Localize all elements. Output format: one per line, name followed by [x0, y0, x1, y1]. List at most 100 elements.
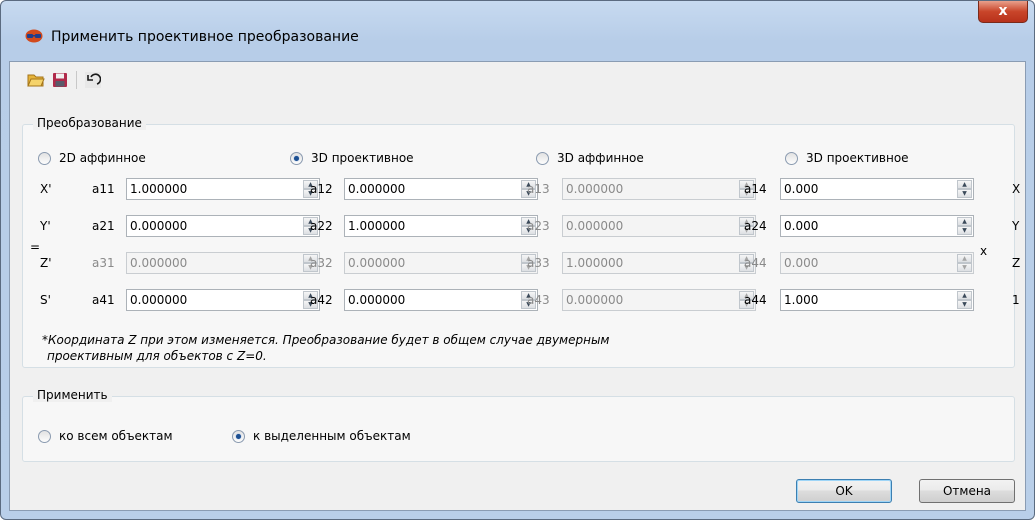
left-var-label: S': [40, 293, 51, 307]
spin-down-icon: ▼: [957, 263, 972, 272]
radio-circle[interactable]: [785, 151, 798, 165]
coef-spinbox[interactable]: 0.000000 ▲ ▼: [344, 289, 538, 311]
coef-spinbox[interactable]: 0.000 ▲ ▼: [780, 215, 974, 237]
coef-value: 0.000000: [566, 182, 624, 196]
coef-value: 0.000000: [130, 256, 188, 270]
coef-spinbox: 0.000000 ▲ ▼: [126, 252, 320, 274]
radio-label: к выделенным объектам: [253, 429, 411, 443]
coef-value: 0.000000: [130, 219, 188, 233]
coef-value: 0.000000: [348, 293, 406, 307]
apply-selected-objects-radio[interactable]: к выделенным объектам: [232, 429, 411, 443]
coef-name-label: a32: [310, 256, 333, 270]
spin-down-icon[interactable]: ▼: [957, 300, 972, 309]
apply-all-objects-radio[interactable]: ко всем объектам: [38, 429, 173, 443]
coef-spinbox[interactable]: 0.000000 ▲ ▼: [344, 178, 538, 200]
radio-circle-checked[interactable]: [232, 429, 245, 443]
left-var-label: X': [40, 182, 52, 196]
equals-sign: =: [30, 240, 41, 254]
spin-down-icon[interactable]: ▼: [957, 189, 972, 198]
spin-up-icon: ▲: [957, 254, 972, 263]
coef-spinbox[interactable]: 0.000000 ▲ ▼: [126, 215, 320, 237]
mode-3d-projective-radio[interactable]: 3D проективное: [290, 151, 414, 165]
radio-label: 3D проективное: [311, 151, 414, 165]
spin-up-icon[interactable]: ▲: [957, 180, 972, 189]
note-line-1: *Координата Z при этом изменяется. Преоб…: [42, 333, 610, 347]
coef-name-label: a12: [310, 182, 333, 196]
radio-circle-checked[interactable]: [290, 151, 303, 165]
stereo-glasses-icon: [25, 29, 43, 43]
coef-value: 0.000000: [348, 256, 406, 270]
coef-value: 1.000000: [566, 256, 624, 270]
left-var-label: Y': [40, 219, 51, 233]
coef-name-label: a31: [92, 256, 115, 270]
spin-up-icon[interactable]: ▲: [957, 217, 972, 226]
undo-icon[interactable]: [83, 70, 103, 90]
coef-spinbox: 0.000 ▲ ▼: [780, 252, 974, 274]
right-var-label: Z: [1012, 256, 1021, 270]
toolbar-separator: [76, 71, 77, 89]
coef-value: 0.000: [784, 182, 819, 196]
spin-arrows: ▲ ▼: [957, 254, 972, 272]
coef-name-label: a24: [744, 219, 767, 233]
cancel-button[interactable]: Отмена: [919, 479, 1015, 503]
coef-value: 0.000000: [566, 219, 624, 233]
right-var-label: Y: [1012, 219, 1020, 233]
right-var-label: X: [1012, 182, 1021, 196]
times-sign: x: [980, 244, 988, 258]
spin-up-icon[interactable]: ▲: [957, 291, 972, 300]
coef-name-label: a44: [744, 293, 767, 307]
coef-spinbox[interactable]: 1.000 ▲ ▼: [780, 289, 974, 311]
ok-button[interactable]: OK: [796, 479, 892, 503]
open-folder-icon[interactable]: [26, 70, 46, 90]
mode-3d-affine-radio[interactable]: 3D аффинное: [536, 151, 644, 165]
dialog-window: Применить проективное преобразование x П…: [0, 0, 1035, 520]
spin-arrows: ▲ ▼: [957, 217, 972, 235]
radio-label: 3D проективное: [806, 151, 909, 165]
coef-spinbox[interactable]: 1.000000 ▲ ▼: [344, 215, 538, 237]
mode-3d-projective-2-radio[interactable]: 3D проективное: [785, 151, 909, 165]
coef-value: 0.000000: [348, 182, 406, 196]
note-line-2: проективным для объектов с Z=0.: [47, 349, 267, 363]
coef-value: 0.000: [784, 256, 819, 270]
coef-name-label: a11: [92, 182, 115, 196]
coef-value: 1.000000: [130, 182, 188, 196]
dialog-body: Преобразование 2D аффинное 3D проективно…: [9, 61, 1026, 511]
coef-spinbox: 1.000000 ▲ ▼: [562, 252, 756, 274]
apply-group-title: Применить: [33, 388, 112, 402]
spin-arrows: ▲ ▼: [957, 180, 972, 198]
transform-group-title: Преобразование: [33, 116, 146, 130]
coef-value: 1.000: [784, 293, 819, 307]
coef-name-label: a21: [92, 219, 115, 233]
coef-name-label: a22: [310, 219, 333, 233]
toolbar: [26, 70, 103, 90]
coef-name-label: a14: [744, 182, 767, 196]
window-title: Применить проективное преобразование: [51, 29, 359, 45]
right-var-label: 1: [1012, 293, 1020, 307]
mode-2d-affine-radio[interactable]: 2D аффинное: [38, 151, 146, 165]
close-button[interactable]: x: [978, 1, 1028, 23]
spin-down-icon[interactable]: ▼: [957, 226, 972, 235]
coef-name-label: a43: [527, 293, 550, 307]
coef-spinbox: 0.000000 ▲ ▼: [562, 289, 756, 311]
coef-name-label: a13: [527, 182, 550, 196]
coef-name-label: a41: [92, 293, 115, 307]
title-bar[interactable]: Применить проективное преобразование x: [1, 1, 1034, 45]
coef-value: 0.000000: [130, 293, 188, 307]
coef-spinbox[interactable]: 0.000000 ▲ ▼: [126, 289, 320, 311]
coef-value: 0.000: [784, 219, 819, 233]
note-text: *Координата Z при этом изменяется. Преоб…: [42, 332, 609, 364]
radio-circle[interactable]: [536, 151, 549, 165]
left-var-label: Z': [40, 256, 52, 270]
save-icon[interactable]: [50, 70, 70, 90]
radio-circle[interactable]: [38, 151, 51, 165]
coef-name-label: a23: [527, 219, 550, 233]
coef-value: 0.000000: [566, 293, 624, 307]
coef-spinbox: 0.000000 ▲ ▼: [562, 178, 756, 200]
coef-name-label: a42: [310, 293, 333, 307]
coef-value: 1.000000: [348, 219, 406, 233]
coef-spinbox[interactable]: 0.000 ▲ ▼: [780, 178, 974, 200]
coef-spinbox[interactable]: 1.000000 ▲ ▼: [126, 178, 320, 200]
radio-label: 3D аффинное: [557, 151, 644, 165]
radio-circle[interactable]: [38, 429, 51, 443]
coef-spinbox: 0.000000 ▲ ▼: [344, 252, 538, 274]
